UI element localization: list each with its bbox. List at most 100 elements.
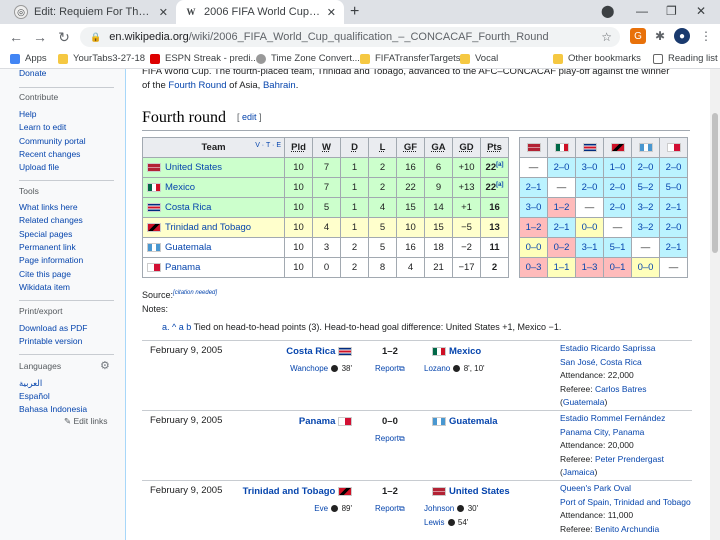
team-link[interactable]: Costa Rica [165, 202, 211, 213]
link-bahrain[interactable]: Bahrain [263, 80, 296, 91]
bookmark-vocal[interactable]: Vocal [460, 53, 498, 64]
result-cell[interactable]: 0–3 [519, 257, 548, 278]
report-link[interactable]: Report⧉ [375, 504, 405, 514]
referee-link[interactable]: Benito Archundia [595, 524, 659, 534]
home-team-link[interactable]: Trinidad and Tobago [243, 486, 336, 497]
extensions-puzzle-icon[interactable]: ✱ [652, 28, 668, 44]
result-cell[interactable]: 1–2 [519, 217, 548, 238]
result-cell[interactable]: 0–0 [631, 257, 660, 278]
menu-dots-icon[interactable]: ⋮ [698, 28, 714, 44]
result-cell[interactable]: 5–0 [659, 177, 688, 198]
bookmark-fifa[interactable]: FIFATransferTargets [360, 53, 461, 64]
result-cell[interactable]: 2–1 [659, 197, 688, 218]
sidebar-link-pdf[interactable]: Download as PDF [19, 323, 88, 333]
venue-link[interactable]: Queen's Park Oval [560, 482, 691, 496]
result-cell[interactable]: — [659, 257, 688, 278]
window-close-icon[interactable]: ✕ [696, 4, 706, 18]
close-icon[interactable]: ✕ [159, 6, 168, 19]
sidebar-link-learn[interactable]: Learn to edit [19, 122, 66, 132]
sidebar-link-special[interactable]: Special pages [19, 229, 72, 239]
reading-list[interactable]: Reading list [653, 53, 718, 64]
referee-link[interactable]: Peter Prendergast [595, 454, 664, 464]
close-icon[interactable]: ✕ [327, 6, 336, 19]
team-link[interactable]: United States [165, 162, 222, 173]
result-cell[interactable]: 2–1 [547, 217, 576, 238]
sidebar-link-related[interactable]: Related changes [19, 215, 83, 225]
new-tab-icon[interactable]: + [350, 3, 359, 21]
sidebar-lang-indonesian[interactable]: Bahasa Indonesia [19, 404, 87, 414]
result-cell[interactable]: 2–1 [519, 177, 548, 198]
referee-country-link[interactable]: Jamaica [563, 467, 595, 477]
flag-header[interactable] [631, 137, 660, 158]
result-cell[interactable]: — [575, 197, 604, 218]
result-cell[interactable]: 0–0 [519, 237, 548, 258]
sidebar-link-wikidata[interactable]: Wikidata item [19, 282, 70, 292]
result-cell[interactable]: 2–0 [603, 197, 632, 218]
minimize-icon[interactable]: — [636, 4, 648, 18]
sidebar-link-printable[interactable]: Printable version [19, 336, 82, 346]
sidebar-link-donate[interactable]: Donate [19, 69, 46, 78]
flag-header[interactable] [547, 137, 576, 158]
result-cell[interactable]: — [631, 237, 660, 258]
restore-icon[interactable]: ❐ [666, 4, 677, 18]
bookmark-espn[interactable]: ESPN Streak - predi... [150, 53, 258, 64]
flag-header[interactable] [575, 137, 604, 158]
scrollbar[interactable] [710, 69, 720, 540]
link-fourth-round[interactable]: Fourth Round [168, 80, 226, 91]
edit-section-link[interactable]: edit [242, 112, 257, 122]
team-link[interactable]: Panama [165, 262, 200, 273]
result-cell[interactable]: 3–1 [575, 237, 604, 258]
scorer-link[interactable]: Eve [314, 504, 328, 513]
result-cell[interactable]: 0–1 [603, 257, 632, 278]
referee-country-link[interactable]: Guatemala [563, 397, 605, 407]
note-a-backlinks[interactable]: a. ^ a b [162, 322, 191, 332]
sidebar-link-permanent[interactable]: Permanent link [19, 242, 76, 252]
sidebar-link-portal[interactable]: Community portal [19, 136, 86, 146]
sidebar-link-cite[interactable]: Cite this page [19, 269, 71, 279]
result-cell[interactable]: 2–0 [659, 157, 688, 178]
footnote-link[interactable]: [a] [496, 182, 503, 188]
result-cell[interactable]: 3–2 [631, 217, 660, 238]
result-cell[interactable]: 2–0 [603, 177, 632, 198]
result-cell[interactable]: 2–0 [659, 217, 688, 238]
forward-icon[interactable]: → [32, 29, 48, 45]
lock-icon[interactable]: 🔒 [90, 32, 101, 43]
result-cell[interactable]: 5–2 [631, 177, 660, 198]
result-cell[interactable]: — [603, 217, 632, 238]
result-cell[interactable]: 3–2 [631, 197, 660, 218]
reload-icon[interactable]: ↻ [56, 29, 72, 46]
city-link[interactable]: Panama City, Panama [560, 426, 665, 440]
tab-fifa-qualification[interactable]: W 2006 FIFA World Cup qualificatio ✕ [176, 0, 344, 24]
result-cell[interactable]: 2–0 [547, 157, 576, 178]
home-team-link[interactable]: Costa Rica [286, 346, 335, 357]
result-cell[interactable]: 3–0 [575, 157, 604, 178]
sidebar-link-help[interactable]: Help [19, 109, 36, 119]
sidebar-lang-arabic[interactable]: العربية [19, 378, 42, 389]
report-link[interactable]: Report⧉ [375, 434, 405, 444]
result-cell[interactable]: 2–1 [659, 237, 688, 258]
result-cell[interactable]: 1–0 [603, 157, 632, 178]
team-link[interactable]: Mexico [165, 182, 195, 193]
sidebar-link-pageinfo[interactable]: Page information [19, 255, 83, 265]
result-cell[interactable]: 0–0 [575, 217, 604, 238]
extension-icon[interactable]: G [630, 28, 646, 44]
media-control-icon[interactable]: ⬤ [601, 4, 614, 18]
scrollbar-thumb[interactable] [712, 113, 718, 253]
vte-links[interactable]: V · T · E [255, 142, 281, 149]
sidebar-lang-spanish[interactable]: Español [19, 391, 50, 401]
result-cell[interactable]: 0–2 [547, 237, 576, 258]
flag-header[interactable] [659, 137, 688, 158]
referee-link[interactable]: Carlos Batres [595, 384, 647, 394]
bookmark-other[interactable]: Other bookmarks [553, 53, 641, 64]
bookmark-apps[interactable]: Apps [10, 53, 47, 64]
flag-header[interactable] [519, 137, 548, 158]
flag-header[interactable] [603, 137, 632, 158]
sidebar-link-whatlinks[interactable]: What links here [19, 202, 78, 212]
gear-icon[interactable]: ⚙ [100, 359, 110, 372]
result-cell[interactable]: 1–1 [547, 257, 576, 278]
back-icon[interactable]: ← [8, 29, 24, 45]
sidebar-link-recent[interactable]: Recent changes [19, 149, 80, 159]
scorer-link[interactable]: Wanchope [290, 364, 328, 373]
result-cell[interactable]: 1–3 [575, 257, 604, 278]
scorer-link[interactable]: Lewis [424, 518, 444, 527]
